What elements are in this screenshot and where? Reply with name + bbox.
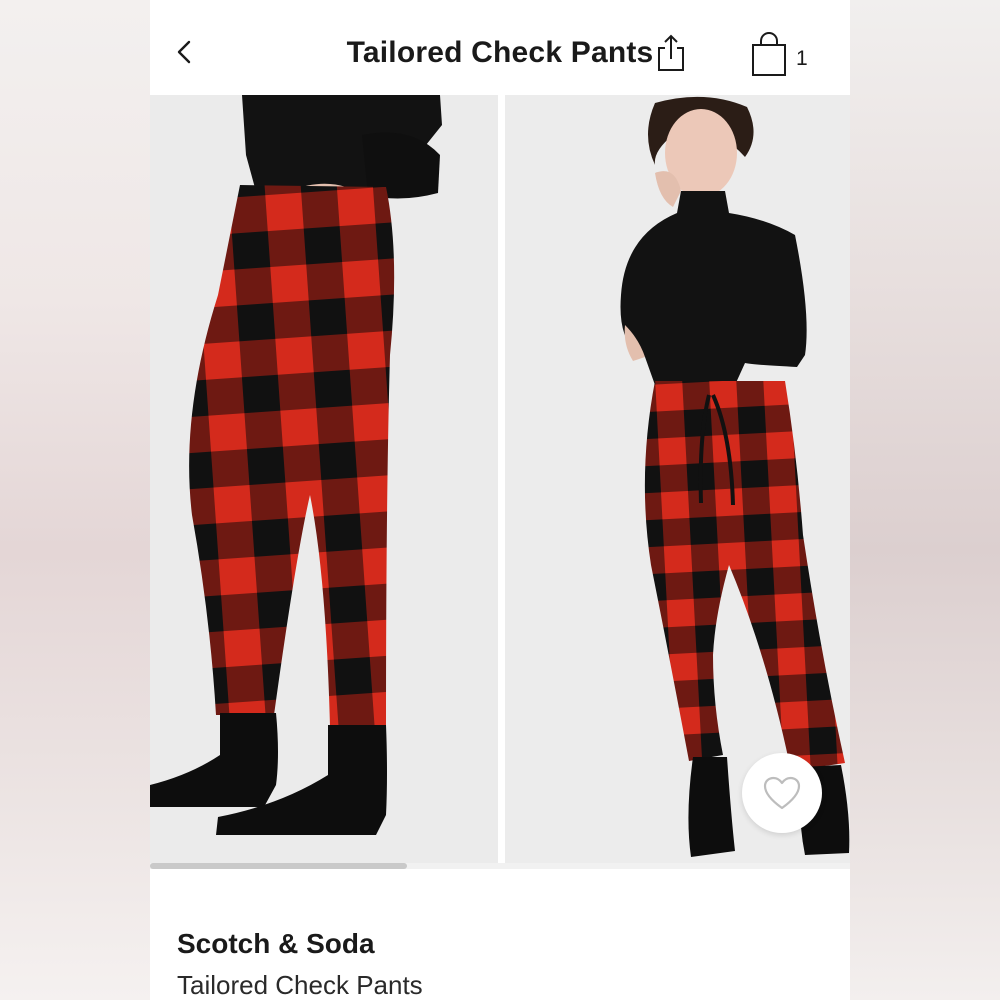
heart-icon [763,776,801,810]
shopping-bag-icon [752,32,786,76]
shopping-bag-button[interactable] [748,30,790,78]
chevron-left-icon [177,40,191,64]
back-button[interactable] [168,30,204,74]
top-nav-bar: Tailored Check Pants 1 [150,0,850,95]
share-button[interactable] [653,32,689,74]
product-image-gallery[interactable] [150,95,850,869]
product-image-side[interactable] [150,95,498,863]
product-image-front[interactable] [505,95,850,863]
product-title: Tailored Check Pants [177,970,423,1000]
backdrop-right [850,0,1000,1000]
backdrop-left [0,0,150,1000]
favorite-button[interactable] [742,753,822,833]
share-icon [658,34,684,71]
product-screen: Tailored Check Pants 1 Scotch & Soda Tai… [150,0,850,1000]
bag-count-badge: 1 [796,47,808,70]
brand-name[interactable]: Scotch & Soda [177,928,375,960]
gallery-scrollbar[interactable] [150,863,850,869]
gallery-scrollbar-thumb[interactable] [150,863,407,869]
